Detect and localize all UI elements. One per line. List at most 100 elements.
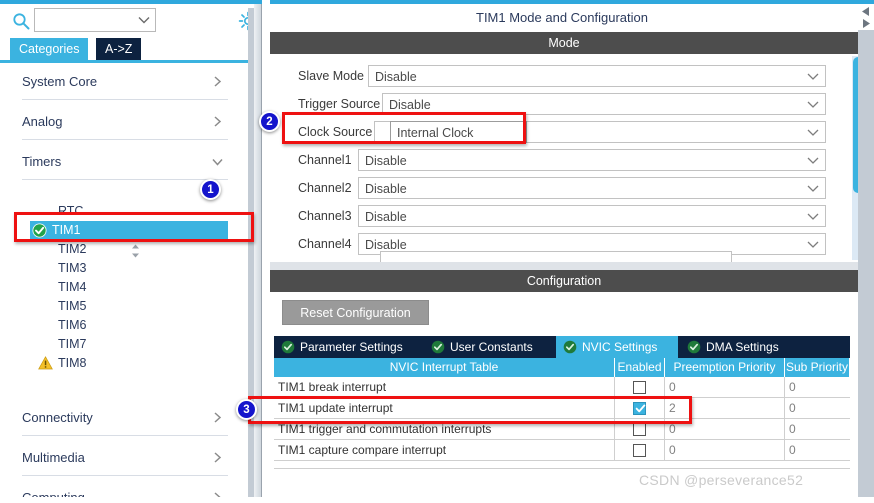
chevron-down-icon [807,101,819,108]
chevron-down-icon[interactable] [138,15,150,25]
table-row[interactable]: TIM1 capture compare interrupt 0 0 [274,440,850,461]
chevron-down-icon [807,241,819,248]
sub-priority[interactable]: 0 [785,440,850,461]
sidebar-group-system-core[interactable]: System Core [22,64,228,100]
annotation-badge-2: 2 [259,111,280,132]
search-row [0,4,262,38]
partial-row-below [380,251,732,262]
column-header-interrupt[interactable]: NVIC Interrupt Table [274,358,615,377]
column-header-preemption[interactable]: Preemption Priority [665,358,785,377]
sidebar-group-multimedia[interactable]: Multimedia [22,440,228,476]
warning-triangle-icon [38,356,53,370]
tab-dma-settings[interactable]: DMA Settings [680,336,802,358]
trigger-source-label: Trigger Source [298,97,381,111]
slave-mode-value: Disable [375,70,417,84]
channel4-label: Channel4 [298,237,352,251]
sidebar-group-connectivity[interactable]: Connectivity [22,400,228,436]
channel3-label: Channel3 [298,209,352,223]
sidebar-group-label: Analog [22,114,63,129]
check-circle-icon [687,340,701,354]
annotation-badge-3: 3 [236,399,257,420]
interrupt-name: TIM1 break interrupt [274,377,615,398]
enabled-checkbox[interactable] [633,381,646,394]
preemption-priority[interactable]: 0 [665,440,785,461]
channel2-select[interactable]: Disable [358,177,826,199]
chevron-down-icon [807,73,819,80]
slave-mode-select[interactable]: Disable [368,65,826,87]
sub-priority[interactable]: 0 [785,377,850,398]
enabled-cell[interactable] [615,440,665,461]
reset-configuration-button[interactable]: Reset Configuration [282,300,429,325]
search-combobox[interactable] [34,8,156,32]
tab-label: DMA Settings [706,340,779,354]
tree-item-label: TIM7 [58,337,87,351]
column-header-enabled[interactable]: Enabled [615,358,665,377]
sidebar-group-analog[interactable]: Analog [22,104,228,140]
tree-item-label: TIM5 [58,299,87,313]
enabled-cell[interactable] [615,377,665,398]
annotation-box-tim1 [14,212,254,242]
tab-label: NVIC Settings [582,340,658,354]
mode-section-header: Mode [270,32,858,54]
chevron-down-icon [807,129,819,136]
chevron-down-icon [807,157,819,164]
scroll-left-arrow-icon[interactable] [860,6,872,17]
chevron-right-icon [214,412,222,423]
channel3-select[interactable]: Disable [358,205,826,227]
chevron-right-icon [214,452,222,463]
peripheral-tree: System Core Analog Timers RTC TIM1 TIM2 … [0,63,248,503]
search-input[interactable] [35,9,139,31]
sidebar-item-tim4[interactable]: TIM4 [36,278,228,297]
slave-mode-label: Slave Mode [298,69,365,83]
peripheral-tree-panel: Categories A->Z System Core Analog Timer… [0,4,262,503]
tree-item-label: TIM6 [58,318,87,332]
column-header-sub-priority[interactable]: Sub Priority [785,358,850,377]
panel-splitter[interactable] [254,4,262,503]
chevron-down-icon [212,158,223,166]
preemption-priority[interactable]: 0 [665,377,785,398]
tab-a-to-z[interactable]: A->Z [96,38,142,60]
mode-configuration-panel: TIM1 Mode and Configuration Mode Slave M… [270,4,874,503]
channel2-label: Channel2 [298,181,352,195]
sidebar-item-tim5[interactable]: TIM5 [36,297,228,316]
channel2-row: Channel2 Disable [270,174,858,202]
check-circle-icon [281,340,295,354]
slave-mode-row: Slave Mode Disable [270,62,858,90]
chevron-right-icon [214,76,222,87]
category-tabs: Categories A->Z [0,38,262,60]
sidebar-item-tim6[interactable]: TIM6 [36,316,228,335]
enabled-checkbox[interactable] [633,444,646,457]
channel1-label: Channel1 [298,153,352,167]
channel3-row: Channel3 Disable [270,202,858,230]
configuration-tabs: Parameter Settings User Constants NVIC S… [274,336,850,358]
cubemx-window: Categories A->Z System Core Analog Timer… [0,0,874,503]
annotation-box-update-interrupt [248,396,692,424]
bottom-edge [0,497,874,503]
interrupt-name: TIM1 capture compare interrupt [274,440,615,461]
sub-priority[interactable]: 0 [785,398,850,419]
tab-user-constants[interactable]: User Constants [424,336,554,358]
sidebar-group-timers[interactable]: Timers [22,144,228,180]
scroll-right-arrow-icon[interactable] [860,18,872,29]
annotation-box-clock-source [282,112,526,144]
watermark: CSDN @perseverance52 [639,472,804,488]
tab-label: User Constants [450,340,533,354]
mode-section-body: Slave Mode Disable Trigger Source Disabl… [270,54,858,262]
tree-item-label: TIM8 [58,356,87,370]
tab-categories[interactable]: Categories [10,38,89,60]
tab-nvic-settings[interactable]: NVIC Settings [556,336,678,358]
channel3-value: Disable [365,210,407,224]
tree-item-label: TIM4 [58,280,87,294]
sidebar-item-tim3[interactable]: TIM3 [36,259,228,278]
annotation-badge-1: 1 [200,179,221,200]
sidebar-item-tim8[interactable]: TIM8 [36,354,228,373]
sidebar-item-tim7[interactable]: TIM7 [36,335,228,354]
check-circle-icon [431,340,445,354]
tab-parameter-settings[interactable]: Parameter Settings [274,336,422,358]
enabled-checkbox[interactable] [633,423,646,436]
table-row[interactable]: TIM1 break interrupt 0 0 [274,377,850,398]
sub-priority[interactable]: 0 [785,419,850,440]
channel1-select[interactable]: Disable [358,149,826,171]
sidebar-item-tim2[interactable]: TIM2 [36,240,228,259]
panel-scrollbar-strip[interactable] [858,4,874,503]
